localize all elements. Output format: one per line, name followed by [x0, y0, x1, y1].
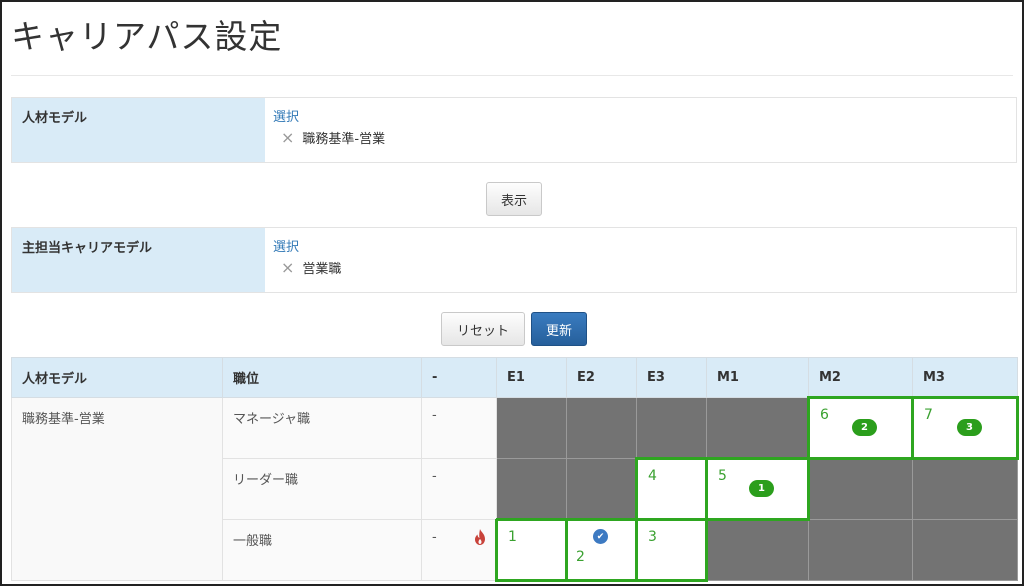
- career-model-label: 主担当キャリアモデル: [12, 228, 265, 292]
- talent-model-selected-item: × 職務基準-営業: [273, 128, 1008, 147]
- position-cell: リーダー職: [222, 458, 422, 520]
- title-divider: [11, 75, 1013, 76]
- dash-cell: -: [421, 519, 497, 581]
- path-step-number: 1: [508, 529, 517, 545]
- path-step-number: 5: [718, 468, 727, 484]
- header-dash: -: [421, 357, 497, 398]
- dash-cell: -: [421, 397, 497, 459]
- talent-model-label: 人材モデル: [12, 98, 265, 162]
- path-cell-leader-m1[interactable]: 5 1: [705, 457, 810, 521]
- remove-icon[interactable]: ×: [281, 259, 294, 276]
- path-cell-general-e1[interactable]: 1: [495, 518, 568, 582]
- path-step-number: 7: [924, 407, 933, 423]
- career-path-grid: 人材モデル 職位 - E1 E2 E3 M1 M2 M3 職務基準-営業 マネー…: [11, 357, 1019, 582]
- grid-cell-dark[interactable]: [808, 519, 913, 581]
- header-m3: M3: [912, 357, 1018, 398]
- grid-cell-dark[interactable]: [566, 397, 637, 459]
- path-cell-leader-e3[interactable]: 4: [635, 457, 708, 521]
- header-e1: E1: [496, 357, 567, 398]
- grid-cell-dark[interactable]: [496, 458, 567, 520]
- header-e2: E2: [566, 357, 637, 398]
- page-title: キャリアパス設定: [11, 17, 283, 56]
- path-step-number: 4: [648, 468, 657, 484]
- grid-cell-dark[interactable]: [808, 458, 913, 520]
- grid-cell-dark[interactable]: [912, 458, 1018, 520]
- position-cell: マネージャ職: [222, 397, 422, 459]
- career-model-selected-value: 営業職: [302, 262, 342, 277]
- page-frame: キャリアパス設定 人材モデル 選択 × 職務基準-営業 表示 主担当キャリアモデ…: [0, 0, 1024, 586]
- career-model-selected-item: × 営業職: [273, 258, 1008, 277]
- path-cell-manager-m2[interactable]: 6 2: [807, 396, 914, 460]
- step-badge: 1: [749, 480, 774, 497]
- grid-cell-dark[interactable]: [706, 519, 809, 581]
- header-m2: M2: [808, 357, 913, 398]
- dash-text: -: [432, 530, 437, 545]
- update-button[interactable]: 更新: [531, 312, 587, 346]
- table-row-manager: 職務基準-営業 マネージャ職 - 6 2 7 3: [11, 396, 1019, 581]
- header-position: 職位: [222, 357, 422, 398]
- check-circle-icon: ✔: [593, 529, 608, 544]
- talent-model-cell: 職務基準-営業: [11, 397, 223, 581]
- header-m1: M1: [706, 357, 809, 398]
- career-model-select-link[interactable]: 選択: [273, 236, 1008, 255]
- grid-cell-dark[interactable]: [496, 397, 567, 459]
- grid-cell-dark[interactable]: [706, 397, 809, 459]
- path-cell-manager-m3[interactable]: 7 3: [911, 396, 1019, 460]
- remove-icon[interactable]: ×: [281, 129, 294, 146]
- reset-button[interactable]: リセット: [441, 312, 525, 346]
- talent-model-value-area: 選択 × 職務基準-営業: [265, 98, 1016, 162]
- talent-model-field: 人材モデル 選択 × 職務基準-営業: [11, 97, 1017, 163]
- path-step-number: 2: [576, 549, 585, 565]
- fire-icon: [475, 529, 485, 545]
- grid-cell-dark[interactable]: [636, 397, 707, 459]
- step-badge: 2: [852, 419, 877, 436]
- position-cell: 一般職: [222, 519, 422, 581]
- header-talent-model: 人材モデル: [11, 357, 223, 398]
- dash-cell: -: [421, 458, 497, 520]
- grid-cell-dark[interactable]: [912, 519, 1018, 581]
- talent-model-selected-value: 職務基準-営業: [302, 132, 386, 147]
- header-e3: E3: [636, 357, 707, 398]
- path-cell-general-e3[interactable]: 3: [635, 518, 708, 582]
- career-model-value-area: 選択 × 営業職: [265, 228, 1016, 292]
- path-step-number: 3: [648, 529, 657, 545]
- display-button[interactable]: 表示: [486, 182, 542, 216]
- talent-model-select-link[interactable]: 選択: [273, 106, 1008, 125]
- path-step-number: 6: [820, 407, 829, 423]
- career-model-field: 主担当キャリアモデル 選択 × 営業職: [11, 227, 1017, 293]
- path-cell-general-e2[interactable]: ✔ 2: [565, 518, 638, 582]
- step-badge: 3: [957, 419, 982, 436]
- grid-header-row: 人材モデル 職位 - E1 E2 E3 M1 M2 M3: [11, 357, 1018, 398]
- grid-cell-dark[interactable]: [566, 458, 637, 520]
